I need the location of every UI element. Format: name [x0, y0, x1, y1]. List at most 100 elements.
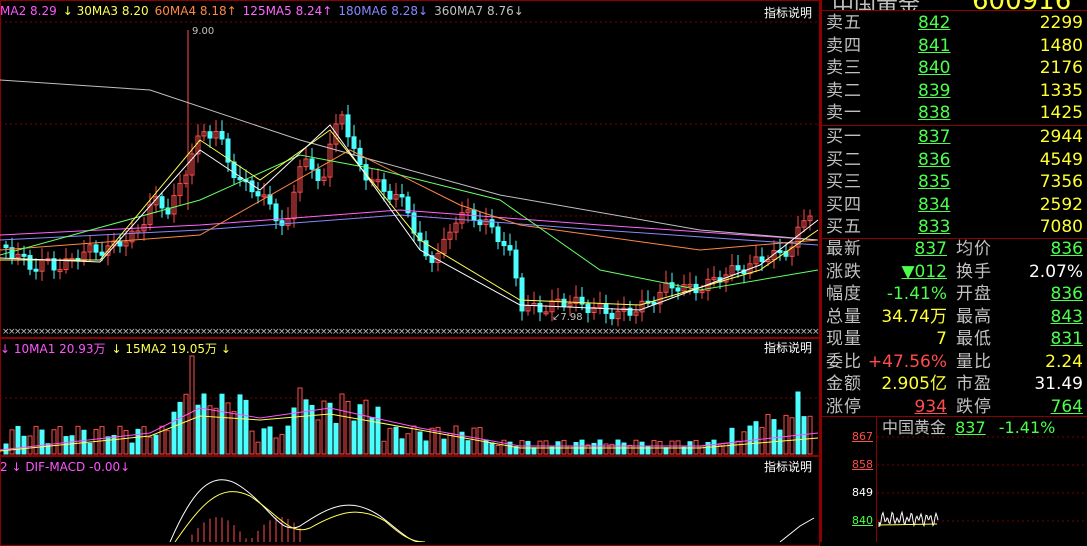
volume-bar [219, 393, 225, 455]
stat-value: 2.07% [1028, 261, 1083, 282]
bid-row[interactable]: 买二 836 4549 [822, 149, 1087, 172]
ask-label: 卖三 [826, 58, 862, 78]
stat-label: 委比 [826, 351, 862, 372]
volume-bar [225, 402, 231, 455]
mini-y-label: 858 [852, 458, 873, 471]
stats-row: 涨停 934 跌停 764 [822, 396, 1087, 419]
volume-bar [579, 439, 585, 455]
bid-row[interactable]: 买一 837 2944 [822, 126, 1087, 149]
axis-marker: × [812, 327, 820, 337]
bid-price: 833 [918, 217, 951, 237]
bid-label: 买二 [826, 149, 862, 170]
mini-y-label: 849 [852, 486, 873, 499]
volume-bar [723, 442, 729, 455]
candle-body [345, 114, 351, 138]
mini-intraday-chart[interactable] [877, 417, 1087, 542]
candle-body [207, 131, 213, 139]
stat-value: 843 [1050, 306, 1083, 327]
macd-chart[interactable] [0, 456, 820, 542]
bid-row[interactable]: 买五 833 7080 [822, 216, 1087, 239]
ask-price: 842 [918, 13, 951, 33]
ask-label: 卖二 [826, 80, 862, 101]
volume-bar [417, 431, 423, 455]
candle-body [309, 158, 315, 170]
stat-value: 2.905亿 [881, 374, 947, 394]
volume-bar [309, 404, 315, 455]
volume-bar [375, 406, 381, 455]
volume-bar [87, 442, 93, 455]
volume-bar [123, 429, 129, 455]
volume-bar [453, 425, 459, 455]
volume-bar [21, 435, 27, 455]
stat-label: 幅度 [826, 284, 862, 304]
ask-price: 839 [918, 80, 951, 101]
header-divider [822, 10, 1087, 11]
ask-price: 841 [918, 35, 951, 56]
stat-value: +47.56% [867, 351, 947, 372]
volume-bar [399, 438, 405, 455]
ask-label: 卖一 [826, 103, 862, 123]
stats-row: 现量 7 最低 831 [822, 328, 1087, 351]
volume-bar [345, 401, 351, 455]
dif-line-tail [779, 517, 815, 542]
stat-label: 跌停 [956, 396, 992, 417]
volume-bar [111, 434, 117, 455]
candle-body [507, 245, 513, 251]
bid-label: 买五 [826, 217, 862, 237]
ma2-line [0, 129, 819, 306]
candle-body [387, 190, 393, 200]
volume-bar [141, 426, 147, 455]
stat-label: 换手 [956, 261, 992, 282]
volume-bar [153, 434, 159, 455]
stat-label: 市盈 [956, 374, 992, 394]
ask-label: 卖五 [826, 13, 862, 33]
ask-row[interactable]: 卖三 840 2176 [822, 57, 1087, 80]
volume-bar [393, 426, 399, 455]
stat-value: 31.49 [1034, 374, 1083, 394]
volume-bar [753, 421, 759, 455]
volume-bar [795, 391, 801, 455]
stat-value: 2.24 [1045, 351, 1083, 372]
ask-row[interactable]: 卖四 841 1480 [822, 35, 1087, 58]
header-stock-name: 中国黄金 [832, 0, 920, 10]
ask-volume: 2176 [1039, 58, 1083, 78]
ask-row[interactable]: 卖一 838 1425 [822, 102, 1087, 125]
bid-price: 834 [918, 194, 951, 215]
volume-bar [675, 440, 681, 455]
volume-bar [501, 439, 507, 455]
stat-label: 量比 [956, 351, 992, 372]
volume-bar [495, 444, 501, 455]
volume-bar [195, 404, 201, 455]
volume-bar [561, 439, 567, 455]
kline-chart[interactable]: ××××××××××××××××××××××××××××××××××××××××… [0, 0, 820, 338]
bid-row[interactable]: 买三 835 7356 [822, 171, 1087, 194]
volume-bar [69, 435, 75, 455]
ask-row[interactable]: 卖五 842 2299 [822, 12, 1087, 35]
volume-bar [759, 426, 765, 455]
volume-bar [237, 394, 243, 455]
volume-bar [387, 427, 393, 455]
bid-label: 买四 [826, 194, 862, 215]
volume-bar [777, 429, 783, 455]
volume-bar [273, 437, 279, 455]
volume-bar [765, 414, 771, 455]
volume-bar [177, 401, 183, 455]
stats-row: 总量 34.74万 最高 843 [822, 306, 1087, 329]
mini-avg-line [878, 523, 938, 526]
ask-row[interactable]: 卖二 839 1335 [822, 80, 1087, 103]
stat-value: -1.41% [886, 284, 947, 304]
volume-bar [489, 442, 495, 455]
volume-bar [303, 399, 309, 455]
bid-row[interactable]: 买四 834 2592 [822, 194, 1087, 217]
volume-bar [57, 426, 63, 455]
stat-label: 现量 [826, 329, 862, 349]
candle-body [381, 179, 387, 192]
ma1-line [0, 124, 819, 311]
volume-bar [615, 439, 621, 455]
bid-price: 836 [918, 149, 951, 170]
volume-bar [279, 433, 285, 455]
volume-bar [693, 439, 699, 455]
volume-bar [603, 443, 609, 455]
volume-chart[interactable] [0, 338, 820, 456]
volume-bar [333, 422, 339, 455]
